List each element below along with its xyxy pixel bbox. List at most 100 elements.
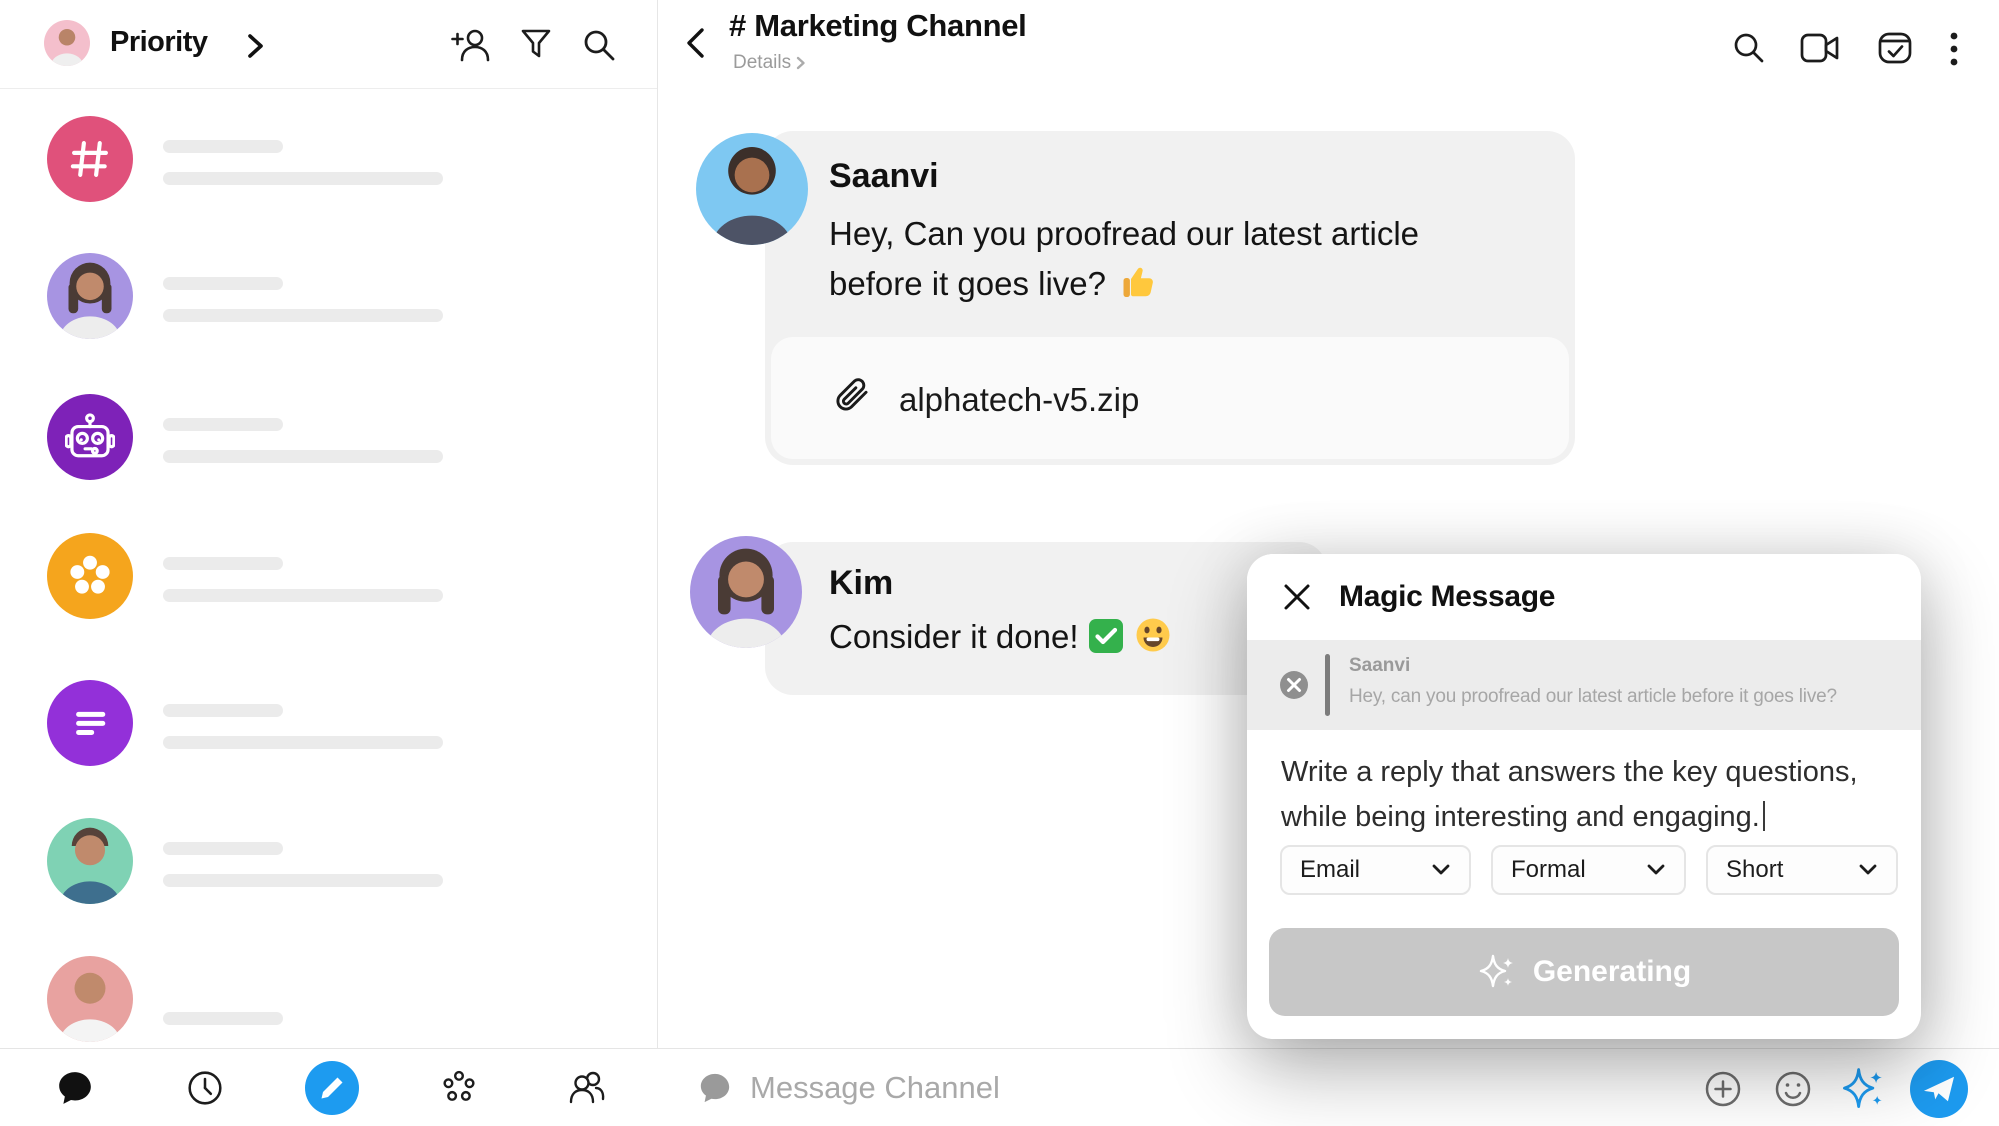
- kim-avatar[interactable]: [690, 536, 802, 648]
- message-author: Saanvi: [829, 157, 939, 196]
- thumbs-up-emoji: [1116, 263, 1154, 301]
- message-bubble: Kim Consider it done!: [765, 542, 1327, 695]
- add-person-icon[interactable]: [451, 26, 491, 64]
- sparkle-icon: [1477, 952, 1517, 992]
- person-icon: [47, 956, 133, 1042]
- bot-avatar: [47, 394, 133, 480]
- message-text: Hey, Can you proofread our latest articl…: [829, 209, 1489, 309]
- tone-dropdown[interactable]: Formal: [1491, 845, 1686, 895]
- chevron-down-icon: [1646, 863, 1666, 877]
- placeholder-bar: [163, 450, 443, 463]
- compose-button[interactable]: [305, 1061, 359, 1115]
- dropdown-value: Short: [1726, 856, 1783, 884]
- placeholder-bar: [163, 277, 283, 290]
- sidebar-item-user[interactable]: [0, 818, 657, 918]
- person-icon: [47, 818, 133, 904]
- message-input[interactable]: [750, 1063, 1570, 1113]
- format-dropdown[interactable]: Email: [1280, 845, 1471, 895]
- sidebar-item-channel[interactable]: [0, 116, 657, 216]
- chats-tab-icon[interactable]: [56, 1069, 94, 1107]
- filter-icon[interactable]: [519, 27, 553, 63]
- chevron-right-icon: [795, 55, 806, 71]
- placeholder-bar: [163, 704, 283, 717]
- sidebar-header: Priority: [0, 0, 657, 89]
- prompt-input[interactable]: Write a reply that answers the key quest…: [1281, 750, 1881, 840]
- remove-quote-icon[interactable]: [1279, 670, 1309, 700]
- send-button[interactable]: [1910, 1060, 1968, 1118]
- bald-man-avatar: [47, 956, 133, 1042]
- user-avatar[interactable]: [44, 20, 90, 66]
- person-icon: [47, 253, 133, 339]
- chevron-right-icon[interactable]: [244, 33, 266, 59]
- prompt-text: Write a reply that answers the key quest…: [1281, 756, 1858, 833]
- generating-label: Generating: [1533, 955, 1691, 989]
- attachment-card[interactable]: alphatech-v5.zip: [771, 337, 1569, 459]
- person-icon: [696, 133, 808, 245]
- sidebar-item-user[interactable]: [0, 956, 657, 1056]
- sidebar-item-kim[interactable]: [0, 253, 657, 353]
- message-bubble: Saanvi Hey, Can you proofread our latest…: [765, 131, 1575, 465]
- recents-tab-icon[interactable]: [186, 1069, 224, 1107]
- dropdown-value: Email: [1300, 856, 1360, 884]
- search-icon[interactable]: [1731, 30, 1767, 66]
- search-icon[interactable]: [581, 27, 617, 63]
- close-icon[interactable]: [1281, 581, 1313, 613]
- person-icon: [690, 536, 802, 648]
- magic-message-panel: Magic Message Saanvi Hey, can you proofr…: [1247, 554, 1921, 1039]
- magic-panel-title: Magic Message: [1339, 580, 1555, 614]
- tasks-icon[interactable]: [1876, 29, 1914, 67]
- message-text: Consider it done!: [829, 612, 1309, 662]
- emoji-icon[interactable]: [1774, 1070, 1812, 1108]
- bottom-bar: [0, 1048, 1999, 1126]
- paper-plane-icon: [1922, 1073, 1956, 1105]
- saanvi-avatar[interactable]: [696, 133, 808, 245]
- quote-text: Hey, can you proofread our latest articl…: [1349, 686, 1837, 708]
- add-attachment-icon[interactable]: [1704, 1070, 1742, 1108]
- generating-button[interactable]: Generating: [1269, 928, 1899, 1016]
- video-call-icon[interactable]: [1799, 31, 1841, 65]
- magic-panel-header: Magic Message: [1247, 554, 1921, 640]
- hash-channel-avatar: [47, 116, 133, 202]
- message-text-content: Consider it done!: [829, 618, 1078, 655]
- workspace-title[interactable]: Priority: [110, 26, 208, 59]
- back-icon[interactable]: [681, 26, 711, 60]
- quote-bar: [1325, 654, 1330, 716]
- placeholder-bar: [163, 1012, 283, 1025]
- sidebar-item-bot[interactable]: [0, 394, 657, 494]
- contacts-tab-icon[interactable]: [568, 1069, 608, 1107]
- placeholder-bar: [163, 172, 443, 185]
- placeholder-bar: [163, 736, 443, 749]
- paperclip-icon: [829, 375, 875, 421]
- placeholder-bar: [163, 874, 443, 887]
- hash-icon: [68, 137, 112, 181]
- option-row: Email Formal Short: [1247, 845, 1921, 895]
- dropdown-value: Formal: [1511, 856, 1586, 884]
- text-lines-icon: [65, 698, 115, 748]
- dots-flower-icon: [66, 552, 114, 600]
- channel-title: # Marketing Channel: [729, 8, 1026, 44]
- list-avatar: [47, 680, 133, 766]
- placeholder-bar: [163, 140, 283, 153]
- channel-details-link[interactable]: Details: [733, 52, 806, 74]
- quote-author: Saanvi: [1349, 655, 1410, 677]
- sidebar-item-list[interactable]: [0, 680, 657, 780]
- quoted-message: Saanvi Hey, can you proofread our latest…: [1247, 640, 1921, 730]
- length-dropdown[interactable]: Short: [1706, 845, 1898, 895]
- check-mark-emoji: [1088, 618, 1124, 654]
- more-menu-icon[interactable]: [1947, 29, 1961, 69]
- sidebar-item-app[interactable]: [0, 533, 657, 633]
- text-cursor: [1763, 801, 1766, 831]
- placeholder-bar: [163, 842, 283, 855]
- woman-avatar: [47, 253, 133, 339]
- apps-tab-icon[interactable]: [440, 1069, 478, 1107]
- pencil-icon: [317, 1073, 347, 1103]
- app-avatar: [47, 533, 133, 619]
- placeholder-bar: [163, 589, 443, 602]
- man-avatar: [47, 818, 133, 904]
- chevron-down-icon: [1431, 863, 1451, 877]
- magic-sparkle-icon[interactable]: [1839, 1063, 1887, 1111]
- grinning-face-emoji: [1134, 616, 1172, 654]
- robot-icon: [65, 412, 115, 462]
- sidebar: Priority: [0, 0, 658, 1048]
- placeholder-bar: [163, 557, 283, 570]
